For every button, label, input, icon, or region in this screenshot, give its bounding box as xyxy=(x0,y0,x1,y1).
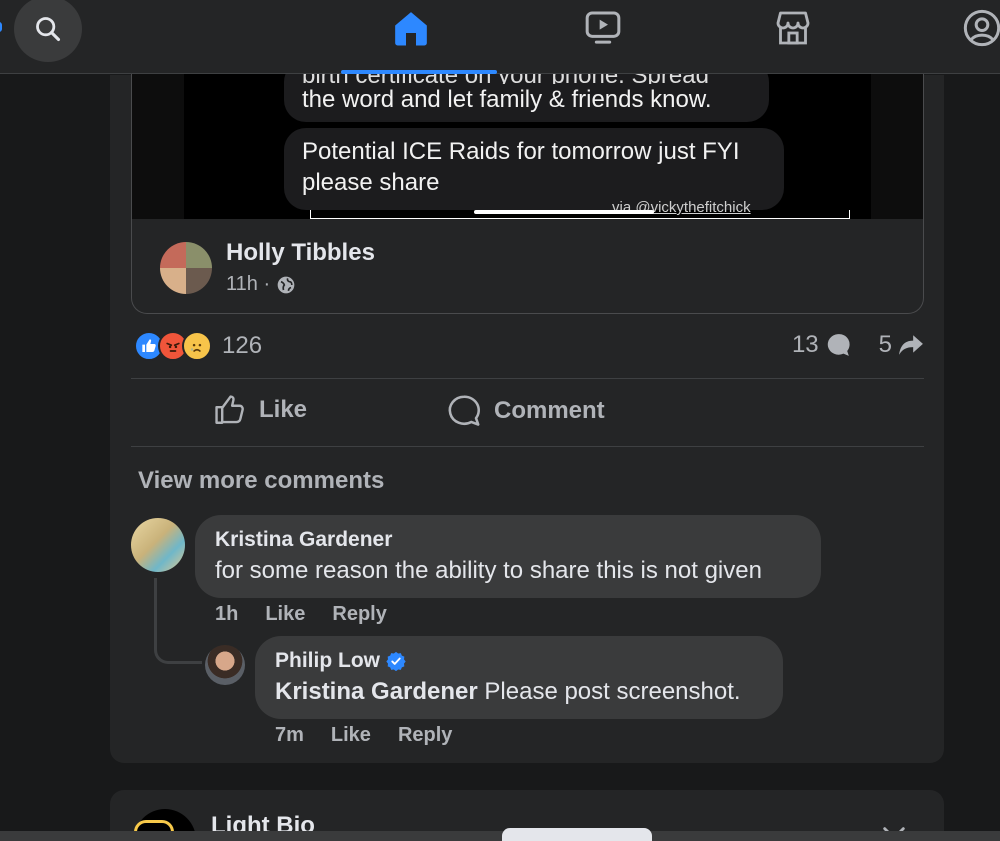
comment-reply-button[interactable]: Reply xyxy=(398,724,452,747)
comment-reply-button[interactable]: Reply xyxy=(332,603,386,626)
like-label: Like xyxy=(259,396,308,423)
post-meta: 11h · xyxy=(226,273,375,296)
home-indicator-bar xyxy=(474,210,654,214)
post-time[interactable]: 11h · xyxy=(226,273,270,296)
engagement-counts: 13 5 xyxy=(792,331,924,359)
reaction-count: 126 xyxy=(222,332,263,359)
comment-time[interactable]: 1h xyxy=(215,603,238,626)
bottom-popup-tab[interactable] xyxy=(502,828,652,841)
share-count[interactable]: 5 xyxy=(879,331,892,359)
top-navigation-bar xyxy=(0,0,1000,74)
post-card: birth certificate on your phone. Spread … xyxy=(110,74,944,763)
share-count-icon xyxy=(899,335,923,355)
thumbs-up-icon xyxy=(215,395,244,424)
divider xyxy=(131,446,924,447)
comment-bubble: Kristina Gardener for some reason the ab… xyxy=(195,515,821,598)
tab-marketplace[interactable] xyxy=(773,8,813,48)
shared-post[interactable]: birth certificate on your phone. Spread … xyxy=(131,74,924,314)
comment-label: Comment xyxy=(494,397,605,424)
tab-video[interactable] xyxy=(583,8,623,48)
comment-text: Kristina Gardener Please post screenshot… xyxy=(275,678,741,706)
view-more-comments-link[interactable]: View more comments xyxy=(138,467,384,495)
author-name[interactable]: Holly Tibbles xyxy=(226,239,375,267)
avatar[interactable] xyxy=(205,645,245,685)
sad-reaction-icon xyxy=(182,331,212,361)
comment-actions: 1h Like Reply xyxy=(215,603,387,626)
tab-home[interactable] xyxy=(391,8,431,48)
tab-profile[interactable] xyxy=(962,8,1000,48)
comment-like-button[interactable]: Like xyxy=(331,724,371,747)
comment-icon xyxy=(448,395,481,426)
comment-text: for some reason the ability to share thi… xyxy=(215,557,762,584)
message-bubble: birth certificate on your phone. Spread … xyxy=(284,74,769,122)
avatar[interactable] xyxy=(160,241,212,294)
message-text: Potential ICE Raids for tomorrow just FY… xyxy=(302,138,740,196)
comment-actions: 7m Like Reply xyxy=(275,724,452,747)
shared-post-author: Holly Tibbles 11h · xyxy=(160,239,375,296)
globe-icon xyxy=(277,276,295,293)
home-icon xyxy=(395,12,427,46)
comment-body: Please post screenshot. xyxy=(477,678,741,705)
video-icon xyxy=(585,11,621,44)
marketplace-icon xyxy=(776,11,810,45)
comment-author-row: Philip Low xyxy=(275,649,406,673)
message-bubble: Potential ICE Raids for tomorrow just FY… xyxy=(284,128,784,210)
media-screenshot: birth certificate on your phone. Spread … xyxy=(184,74,871,219)
reactions-summary[interactable]: 126 xyxy=(134,331,262,361)
comment-like-button[interactable]: Like xyxy=(265,603,305,626)
nav-edge-indicator xyxy=(0,22,2,32)
comment-time[interactable]: 7m xyxy=(275,724,304,747)
verified-badge-icon xyxy=(386,651,406,671)
like-button[interactable]: Like xyxy=(213,393,307,427)
post-actions: Like Comment xyxy=(131,379,924,446)
comment-author[interactable]: Philip Low xyxy=(275,649,380,673)
shared-media[interactable]: birth certificate on your phone. Spread … xyxy=(132,74,923,219)
comment-bubble: Philip Low Kristina Gardener Please post… xyxy=(255,636,783,719)
search-icon xyxy=(36,17,61,42)
mention-link[interactable]: Kristina Gardener xyxy=(275,678,478,705)
cut-off-text: birth certificate on your phone. Spread xyxy=(302,74,751,84)
comment-button[interactable]: Comment xyxy=(446,393,605,429)
message-text: the word and let family & friends know. xyxy=(302,86,712,113)
bottom-overlay-strip xyxy=(0,831,1000,841)
comment-count-icon xyxy=(827,334,850,356)
reply-thread-line xyxy=(154,578,202,664)
comment-count[interactable]: 13 xyxy=(792,331,819,359)
profile-icon xyxy=(963,9,1000,47)
comment-author[interactable]: Kristina Gardener xyxy=(215,528,392,552)
search-button[interactable] xyxy=(14,0,82,62)
avatar[interactable] xyxy=(131,518,185,572)
